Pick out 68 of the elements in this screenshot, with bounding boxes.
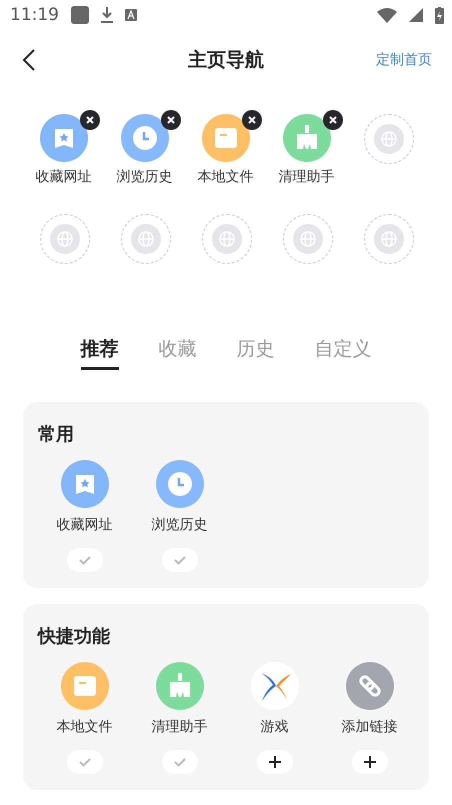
battery-icon — [435, 6, 444, 24]
empty-slot[interactable] — [364, 214, 414, 264]
shortcut-label: 游戏 — [260, 718, 288, 736]
brush-icon — [282, 114, 330, 162]
check-icon — [78, 758, 90, 766]
add-button[interactable] — [256, 750, 292, 774]
remove-button[interactable] — [80, 110, 100, 130]
added-button[interactable] — [66, 750, 102, 774]
close-icon — [248, 116, 256, 124]
shortcut-label: 收藏网址 — [56, 516, 112, 534]
page-title: 主页导航 — [188, 48, 264, 73]
clock-icon — [156, 460, 204, 508]
empty-slot[interactable] — [40, 214, 90, 264]
signal-icon — [409, 8, 423, 22]
shortcut-label: 添加链接 — [342, 718, 398, 736]
close-icon — [328, 116, 336, 124]
check-icon — [78, 556, 90, 564]
added-button[interactable] — [66, 548, 102, 572]
shortcut-label: 收藏网址 — [36, 168, 92, 186]
empty-slot[interactable] — [202, 214, 252, 264]
folder-icon — [60, 662, 108, 710]
empty-slot[interactable] — [364, 114, 414, 164]
bookmark-icon — [60, 460, 108, 508]
section-title: 快捷功能 — [37, 625, 111, 648]
shortcut-label: 浏览历史 — [116, 168, 172, 186]
bookmark-icon — [40, 114, 88, 162]
added-button[interactable] — [162, 548, 198, 572]
remove-button[interactable] — [160, 110, 180, 130]
category-tab[interactable]: 自定义 — [314, 336, 372, 370]
added-button[interactable] — [162, 750, 198, 774]
add-button[interactable] — [352, 750, 388, 774]
app-notification-icon — [125, 9, 137, 21]
close-icon — [86, 116, 94, 124]
clock-icon — [120, 114, 168, 162]
close-icon — [166, 116, 174, 124]
app-notification-icon — [71, 6, 89, 24]
folder-icon — [202, 114, 250, 162]
section-title: 常用 — [37, 423, 75, 446]
check-icon — [174, 556, 186, 564]
globe-icon — [212, 224, 242, 254]
globe-icon — [50, 224, 80, 254]
link-icon — [346, 662, 394, 710]
shortcut-label: 浏览历史 — [152, 516, 208, 534]
shortcut-label: 本地文件 — [198, 168, 254, 186]
remove-button[interactable] — [242, 110, 262, 130]
check-icon — [174, 758, 186, 766]
category-tab[interactable]: 推荐 — [80, 336, 118, 370]
plus-icon — [364, 756, 376, 768]
globe-icon — [374, 124, 404, 154]
globe-icon — [130, 224, 160, 254]
game-icon — [250, 662, 298, 710]
empty-slot[interactable] — [282, 214, 332, 264]
plus-icon — [268, 756, 280, 768]
customize-link[interactable]: 定制首页 — [376, 51, 432, 69]
shortcut-label: 清理助手 — [152, 718, 208, 736]
globe-icon — [374, 224, 404, 254]
wifi-icon — [377, 8, 397, 22]
download-icon — [101, 7, 113, 23]
empty-slot[interactable] — [120, 214, 170, 264]
status-time: 11:19 — [10, 5, 59, 25]
globe-icon — [292, 224, 322, 254]
shortcut-label: 清理助手 — [278, 168, 334, 186]
back-icon[interactable] — [22, 48, 36, 72]
category-tab[interactable]: 收藏 — [158, 336, 196, 370]
category-tab[interactable]: 历史 — [236, 336, 274, 370]
brush-icon — [156, 662, 204, 710]
remove-button[interactable] — [322, 110, 342, 130]
shortcut-label: 本地文件 — [56, 718, 112, 736]
